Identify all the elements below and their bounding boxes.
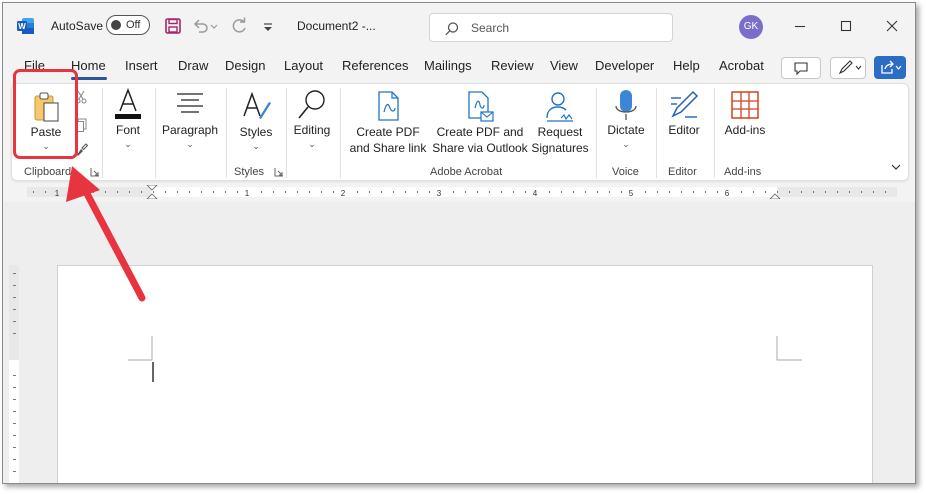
annotation-arrow — [66, 166, 146, 302]
